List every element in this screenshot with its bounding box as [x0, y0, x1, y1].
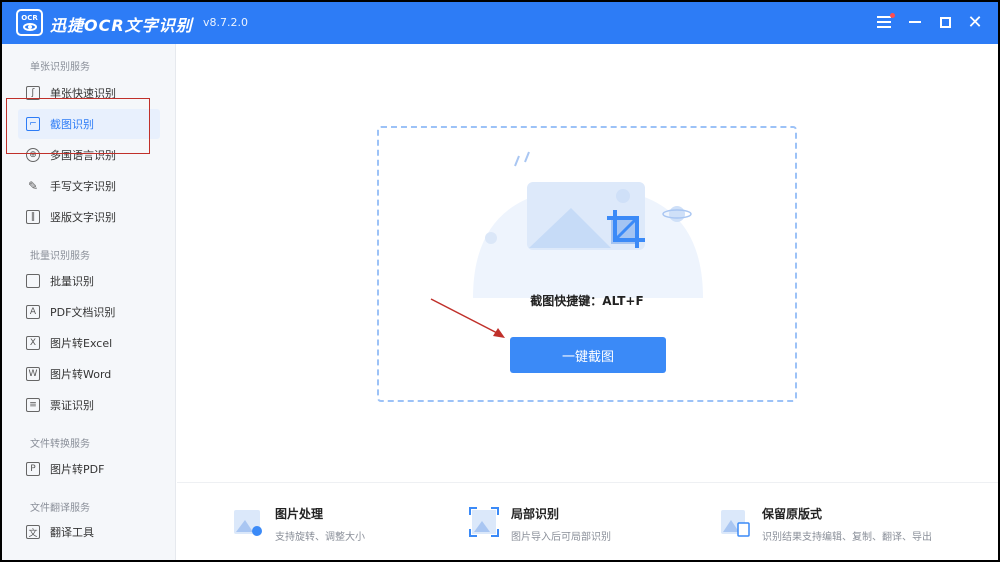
feature-bar: 图片处理 支持旋转、调整大小 局部识别 图片导入后可局部识别 保留原版式 识别结… — [177, 482, 1000, 562]
menu-icon[interactable] — [872, 10, 896, 34]
annotation-arrow-icon — [430, 298, 505, 338]
eye-icon — [22, 23, 37, 31]
app-version: v8.7.2.0 — [203, 16, 248, 29]
vertical-text-icon: ‖ — [26, 210, 40, 224]
feature-title: 局部识别 — [511, 507, 560, 521]
feature-partial-recognition: 局部识别 图片导入后可局部识别 — [469, 505, 611, 543]
minimize-icon[interactable] — [903, 10, 927, 34]
pdf-icon: A — [26, 305, 40, 319]
ticket-icon: ≡ — [26, 398, 40, 412]
sidebar-item-excel[interactable]: X 图片转Excel — [18, 328, 160, 358]
app-title: 迅捷OCR文字识别 — [50, 16, 193, 35]
sidebar-item-word[interactable]: W 图片转Word — [18, 359, 160, 389]
screenshot-drop-zone[interactable]: 截图快捷键：ALT+F 一键截图 — [377, 126, 797, 402]
feature-desc: 支持旋转、调整大小 — [275, 532, 365, 543]
feature-title: 保留原版式 — [762, 507, 823, 521]
notification-dot-icon — [890, 13, 895, 18]
section-title-batch: 批量识别服务 — [30, 251, 90, 262]
sidebar-item-ticket[interactable]: ≡ 票证识别 — [18, 390, 160, 420]
feature-desc: 图片导入后可局部识别 — [511, 532, 611, 543]
close-icon[interactable]: ✕ — [963, 10, 987, 34]
sidebar-item-label: 图片转Word — [50, 368, 112, 381]
sidebar-item-label: 图片转PDF — [50, 463, 105, 476]
sidebar-item-label: 竖版文字识别 — [50, 211, 116, 224]
annotation-highlight-box — [6, 98, 150, 154]
sidebar-item-label: 图片转Excel — [50, 337, 113, 350]
pen-icon: ✎ — [27, 179, 39, 193]
screenshot-illustration-icon — [473, 151, 703, 298]
keep-layout-icon — [721, 510, 750, 537]
word-icon: W — [26, 367, 40, 381]
sidebar-item-img-to-pdf[interactable]: P 图片转PDF — [18, 454, 160, 484]
image-processing-icon — [234, 510, 262, 536]
app-logo: OCR — [16, 9, 43, 36]
feature-desc: 识别结果支持编辑、复制、翻译、导出 — [762, 532, 932, 543]
title-bar: OCR 迅捷OCR文字识别 v8.7.2.0 ✕ — [0, 0, 1000, 44]
sidebar-item-label: 批量识别 — [50, 275, 94, 288]
sidebar-item-batch[interactable]: 批量识别 — [18, 266, 160, 296]
capture-button[interactable]: 一键截图 — [510, 337, 666, 373]
sidebar-item-label: 票证识别 — [50, 399, 94, 412]
sidebar-item-vertical[interactable]: ‖ 竖版文字识别 — [18, 202, 160, 232]
feature-keep-layout: 保留原版式 识别结果支持编辑、复制、翻译、导出 — [720, 505, 932, 543]
logo-text: OCR — [21, 14, 38, 22]
partial-recognition-icon — [469, 507, 499, 537]
batch-icon — [26, 274, 40, 288]
sidebar-item-label: 翻译工具 — [50, 526, 94, 539]
section-title-translate: 文件翻译服务 — [30, 503, 90, 514]
sidebar-item-label: 手写文字识别 — [50, 180, 116, 193]
section-title-convert: 文件转换服务 — [30, 439, 90, 450]
sidebar-item-pdf[interactable]: A PDF文档识别 — [18, 297, 160, 327]
maximize-icon[interactable] — [933, 10, 957, 34]
section-title-single: 单张识别服务 — [30, 62, 90, 73]
translate-icon: 文 — [26, 525, 40, 539]
pdf-convert-icon: P — [26, 462, 40, 476]
sidebar-item-handwriting[interactable]: ✎ 手写文字识别 — [18, 171, 160, 201]
sidebar-item-translate[interactable]: 文 翻译工具 — [18, 517, 160, 547]
sidebar-item-label: PDF文档识别 — [50, 306, 116, 319]
feature-title: 图片处理 — [275, 507, 324, 521]
feature-image-processing: 图片处理 支持旋转、调整大小 — [233, 505, 365, 543]
excel-icon: X — [26, 336, 40, 350]
